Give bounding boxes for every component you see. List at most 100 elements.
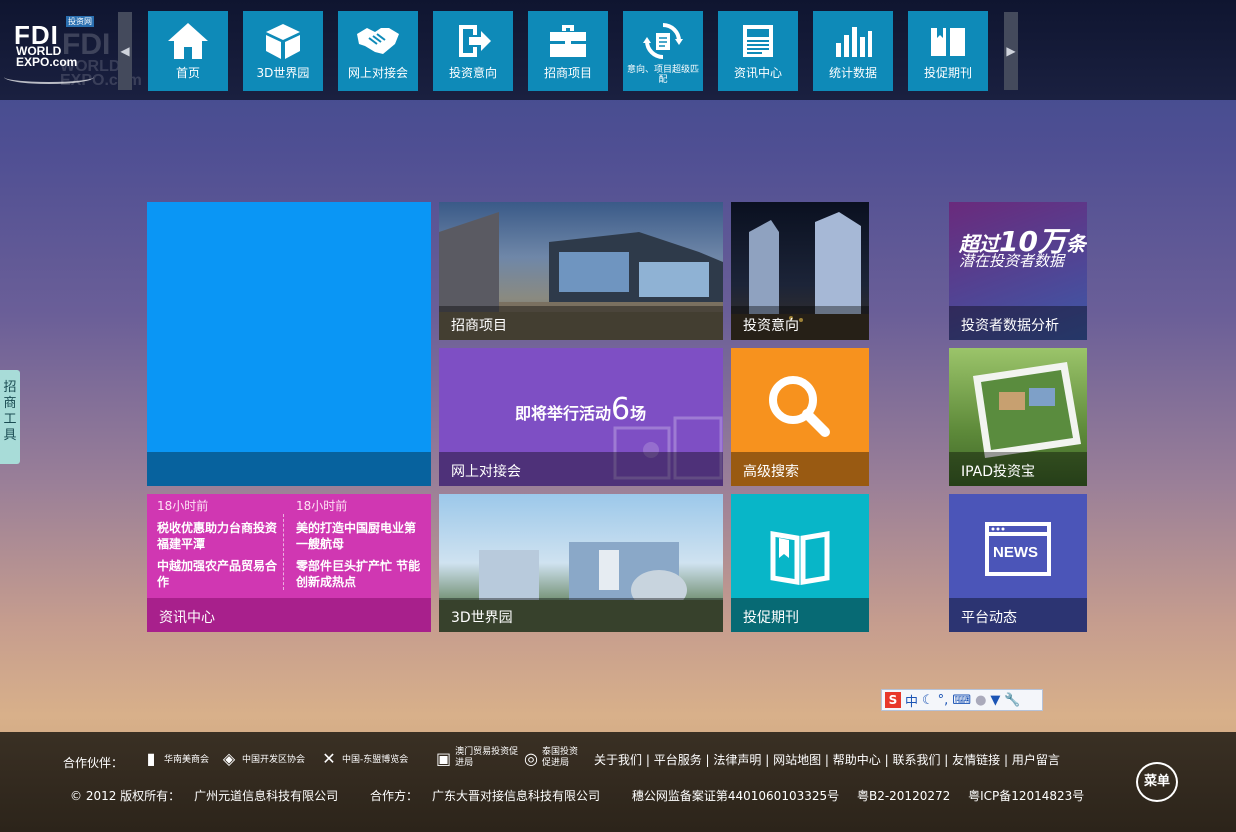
logo-tag: 投资网 — [66, 16, 94, 27]
nav-item-label: 投资意向 — [448, 66, 497, 80]
tile-caption: 投资者数据分析 — [949, 306, 1087, 340]
home-icon — [166, 21, 210, 61]
chevron-right-icon: ▶ — [1006, 44, 1016, 58]
tile-3d-world[interactable]: 3D世界园 — [439, 494, 723, 632]
cube-icon — [263, 21, 303, 61]
tile-caption: 招商项目 — [439, 306, 723, 340]
tile-online-meeting[interactable]: 即将举行活动6场 网上对接会 — [439, 348, 723, 486]
news-badge-text: NEWS — [993, 544, 1038, 561]
footer-link[interactable]: 用户留言 — [1012, 753, 1060, 767]
chinese-mode-toggle[interactable]: 中 — [905, 691, 918, 710]
tile-investor-data[interactable]: 超过10万条 潜在投资者数据 投资者数据分析 — [949, 202, 1087, 340]
nav-item-label: 3D世界园 — [256, 66, 310, 80]
police-record-text: 穗公网监备案证第4401060103325号 — [631, 789, 840, 803]
news-link[interactable]: 零部件巨头扩产忙 节能创新成热点 — [296, 558, 424, 590]
footer-link[interactable]: 友情链接 — [952, 753, 1000, 767]
nav-item-online-meeting[interactable]: 网上对接会 — [338, 11, 418, 91]
nav-item-label: 意向、项目超级匹配 — [626, 65, 699, 85]
amcham-logo-icon: ▮ — [146, 748, 156, 768]
nav-item-statistics[interactable]: 统计数据 — [813, 11, 893, 91]
side-tab-tools[interactable]: 招商工具 — [0, 370, 20, 464]
keyboard-icon[interactable]: ⌨ — [952, 693, 971, 708]
chevron-left-icon: ◀ — [120, 44, 130, 58]
meeting-count-text: 即将举行活动6场 — [515, 392, 647, 427]
partner-logo[interactable]: ✕ 中国-东盟博览会 — [320, 746, 408, 770]
nav-item-label: 统计数据 — [828, 66, 877, 80]
nav-item-investment-intent[interactable]: 投资意向 — [433, 11, 513, 91]
tile-caption: 平台动态 — [949, 598, 1087, 632]
nav-prev-button[interactable]: ◀ — [118, 12, 132, 90]
partner-logo[interactable]: ◈ 中国开发区协会 — [220, 746, 305, 770]
cadz-logo-icon: ◈ — [222, 748, 236, 768]
newspaper-icon — [740, 21, 776, 61]
tile-caption: 投资意向 — [731, 306, 869, 340]
news-link[interactable]: 美的打造中国厨电业第一艘航母 — [296, 520, 424, 552]
wrench-icon[interactable]: 🔧 — [1004, 693, 1020, 708]
tile-news-center[interactable]: 18小时前 税收优惠助力台商投资福建平潭 中越加强农产品贸易合作 18小时前 美… — [147, 494, 431, 632]
ime-toolbar[interactable]: S 中 ☾ °, ⌨ ● ▼ 🔧 — [881, 689, 1043, 711]
news-divider — [283, 514, 284, 590]
partner-logo[interactable]: ▣ 澳门贸易投资促进局 — [436, 746, 520, 770]
footer-link[interactable]: 联系我们 — [892, 753, 940, 767]
data-subline: 潜在投资者数据 — [959, 252, 1065, 270]
nav-item-label: 投促期刊 — [923, 66, 972, 80]
tile-caption — [147, 452, 431, 486]
nav-item-label: 资讯中心 — [733, 66, 782, 80]
footer-links: 关于我们 | 平台服务 | 法律声明 | 网站地图 | 帮助中心 | 联系我们 … — [594, 753, 1060, 767]
tile-caption: 3D世界园 — [439, 598, 723, 632]
news-link[interactable]: 中越加强农产品贸易合作 — [157, 558, 285, 590]
footer-link[interactable]: 法律声明 — [713, 753, 761, 767]
news-time: 18小时前 — [157, 499, 209, 513]
sogou-icon[interactable]: S — [885, 692, 901, 708]
icp-record-text: 粤ICP备12014823号 — [968, 789, 1085, 803]
partner-logo[interactable]: ◎ 泰国投资促进局 — [524, 746, 584, 770]
caexpo-logo-icon: ✕ — [322, 748, 336, 768]
news-column: 18小时前 税收优惠助力台商投资福建平潭 中越加强农产品贸易合作 — [157, 498, 285, 596]
news-time: 18小时前 — [296, 499, 348, 513]
nav-item-3d-world[interactable]: 3D世界园 — [243, 11, 323, 91]
moon-icon[interactable]: ☾ — [922, 693, 934, 708]
match-icon — [643, 21, 683, 61]
news-link[interactable]: 税收优惠助力台商投资福建平潭 — [157, 520, 285, 552]
copyright-line: © 2012 版权所有： 广州元道信息科技有限公司 合作方： 广东大晋对接信息科技有… — [70, 787, 1098, 804]
top-nav-bar: 投资网 FDI FDI WORLD EXPO.com WORLD EXPO.com … — [0, 0, 1236, 100]
briefcase-icon — [548, 21, 588, 61]
skin-icon[interactable]: ▼ — [990, 693, 1000, 708]
fdi-world-expo-logo[interactable]: 投资网 FDI FDI WORLD EXPO.com WORLD EXPO.com — [0, 8, 142, 98]
bar-chart-icon — [833, 21, 873, 61]
partner-logo[interactable]: ▮ 华南美商会 — [142, 746, 209, 770]
nav-item-super-match[interactable]: 意向、项目超级匹配 — [623, 11, 703, 91]
footer: 合作伙伴： ▮ 华南美商会 ◈ 中国开发区协会 ✕ 中国-东盟博览会 ▣ 澳门贸… — [0, 732, 1236, 832]
partners-label: 合作伙伴： — [63, 756, 124, 770]
footer-link[interactable]: 网站地图 — [773, 753, 821, 767]
nav-item-journal[interactable]: 投促期刊 — [908, 11, 988, 91]
tile-platform-news[interactable]: NEWS 平台动态 — [949, 494, 1087, 632]
nav-item-home[interactable]: 首页 — [148, 11, 228, 91]
tile-investment-intent[interactable]: 投资意向 — [731, 202, 869, 340]
user-icon[interactable]: ● — [975, 693, 986, 708]
nav-item-news-center[interactable]: 资讯中心 — [718, 11, 798, 91]
partner-company-text: 合作方： 广东大晋对接信息科技有限公司 — [370, 789, 601, 803]
open-book-icon — [770, 531, 830, 585]
tile-featured-blank[interactable] — [147, 202, 431, 486]
tile-ipad-app[interactable]: IPAD投资宝 — [949, 348, 1087, 486]
tile-journal[interactable]: 投促期刊 — [731, 494, 869, 632]
nav-next-button[interactable]: ▶ — [1004, 12, 1018, 90]
tile-advanced-search[interactable]: 高级搜索 — [731, 348, 869, 486]
tile-caption: 高级搜索 — [731, 452, 869, 486]
icp-license-text: 粤B2-20120272 — [856, 789, 951, 803]
nav-item-projects[interactable]: 招商项目 — [528, 11, 608, 91]
logo-swoosh — [4, 70, 94, 84]
nav-item-label: 网上对接会 — [347, 66, 408, 80]
ipim-logo-icon: ▣ — [436, 748, 452, 768]
menu-button[interactable]: 菜单 — [1136, 762, 1178, 802]
copyright-text: © 2012 版权所有： 广州元道信息科技有限公司 — [70, 789, 339, 803]
tile-projects[interactable]: 招商项目 — [439, 202, 723, 340]
tile-caption: IPAD投资宝 — [949, 452, 1087, 486]
book-icon — [929, 21, 967, 61]
footer-link[interactable]: 平台服务 — [654, 753, 702, 767]
footer-link[interactable]: 关于我们 — [594, 753, 642, 767]
punctuation-icon[interactable]: °, — [938, 693, 949, 708]
footer-link[interactable]: 帮助中心 — [833, 753, 881, 767]
handshake-icon — [355, 21, 401, 61]
